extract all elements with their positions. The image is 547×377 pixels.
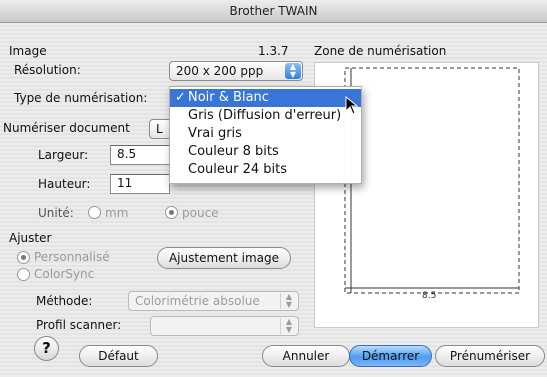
menu-item-true-gray[interactable]: Vrai gris	[170, 125, 361, 143]
menu-item-color-8bit[interactable]: Couleur 8 bits	[170, 143, 361, 161]
popup-arrows-icon: ▲ ▼	[280, 293, 297, 309]
window-title: Brother TWAIN	[229, 4, 318, 18]
default-button[interactable]: Défaut	[79, 345, 158, 367]
popup-arrows-icon: ▲ ▼	[280, 318, 297, 334]
cancel-button[interactable]: Annuler	[262, 345, 350, 367]
colorsync-radio[interactable]	[17, 268, 30, 281]
window-titlebar: Brother TWAIN	[0, 0, 547, 23]
menu-item-color-24bit[interactable]: Couleur 24 bits	[170, 161, 361, 179]
method-popup[interactable]: Colorimétrie absolue ▲ ▼	[128, 291, 299, 311]
menu-item-gray-diffusion[interactable]: Gris (Diffusion d'erreur)	[170, 107, 361, 125]
image-section-label: Image	[9, 44, 47, 58]
height-label: Hauteur:	[38, 177, 91, 191]
unit-inch-radio[interactable]	[165, 206, 178, 219]
menu-item-label: Couleur 8 bits	[188, 144, 279, 159]
start-button[interactable]: Démarrer	[349, 345, 432, 367]
scan-document-label: Numériser document	[3, 121, 130, 135]
mouse-cursor-icon	[345, 96, 359, 115]
scan-type-label: Type de numérisation:	[14, 91, 148, 105]
colorsync-label: ColorSync	[34, 267, 95, 281]
width-field[interactable]: 8.5	[110, 145, 170, 165]
profile-label: Profil scanner:	[36, 318, 122, 332]
menu-item-label: Vrai gris	[188, 126, 242, 141]
scan-type-menu[interactable]: ✓ Noir & Blanc Gris (Diffusion d'erreur)…	[169, 86, 362, 184]
profile-popup[interactable]: ▲ ▼	[150, 316, 299, 336]
unit-mm-radio[interactable]	[88, 206, 101, 219]
resolution-value: 200 x 200 ppp	[176, 64, 264, 78]
adjust-image-button[interactable]: Ajustement image	[157, 247, 291, 269]
menu-item-label: Couleur 24 bits	[188, 162, 288, 177]
scan-area-label: Zone de numérisation	[314, 44, 447, 58]
help-button[interactable]: ?	[34, 336, 59, 361]
menu-item-label: Gris (Diffusion d'erreur)	[188, 108, 342, 123]
help-icon: ?	[42, 339, 51, 357]
checkmark-icon: ✓	[175, 90, 186, 105]
unit-label: Unité:	[38, 206, 74, 220]
adjust-section-label: Ajuster	[9, 231, 52, 245]
scan-selection-rect	[344, 67, 520, 294]
custom-label: Personnalisé	[34, 250, 110, 264]
custom-radio[interactable]	[17, 251, 30, 264]
popup-arrows-icon: ▲ ▼	[285, 63, 301, 79]
method-value: Colorimétrie absolue	[135, 294, 260, 308]
unit-inch-label: pouce	[182, 206, 219, 220]
menu-item-label: Noir & Blanc	[188, 90, 269, 105]
height-field[interactable]: 11	[110, 174, 170, 194]
menu-item-black-white[interactable]: ✓ Noir & Blanc	[170, 89, 361, 107]
resolution-label: Résolution:	[14, 63, 81, 77]
method-label: Méthode:	[36, 294, 93, 308]
version-label: 1.3.7	[258, 44, 289, 58]
scan-document-value: L	[156, 122, 163, 136]
unit-mm-label: mm	[105, 206, 129, 220]
width-label: Largeur:	[38, 148, 89, 162]
scan-width-marker: 8.5	[422, 291, 437, 301]
resolution-popup[interactable]: 200 x 200 ppp ▲ ▼	[169, 61, 303, 81]
prescan-button[interactable]: Prénumériser	[435, 345, 545, 367]
